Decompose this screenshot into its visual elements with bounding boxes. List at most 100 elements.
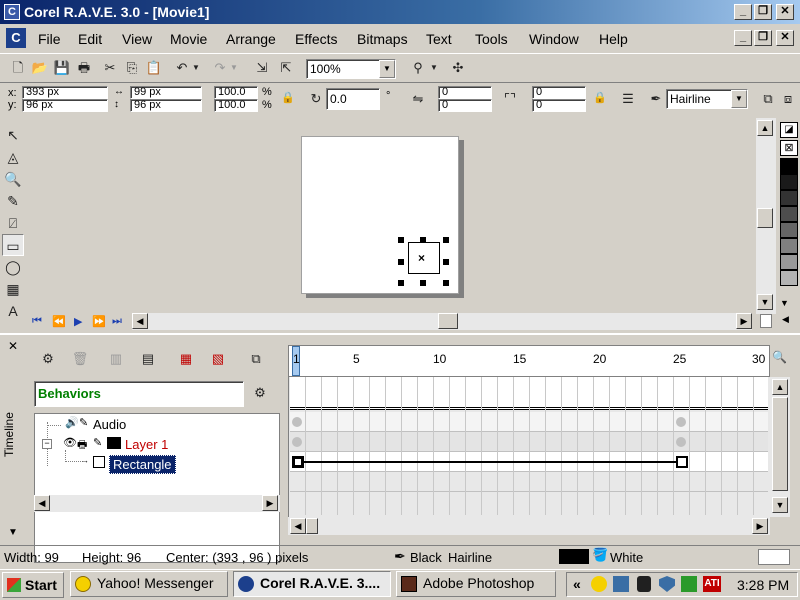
scroll-down-icon[interactable]: ▼ [772,497,788,513]
pencil-icon[interactable]: ✎ [93,436,102,449]
pick-tool-icon[interactable]: ↖ [2,124,24,146]
smart-fill-tool-icon[interactable]: ⍁ [2,212,24,234]
export-icon[interactable]: ⇱ [276,58,296,78]
hscroll-thumb[interactable] [306,518,318,534]
corner-roundness-3[interactable]: 0 [532,86,586,99]
play-icon[interactable]: ▶ [74,315,82,328]
to-front-icon[interactable]: ⧉ [758,89,778,109]
selection-handle[interactable] [443,280,449,286]
chevron-down-icon[interactable]: ▼ [379,60,395,78]
task-yahoo-messenger[interactable]: Yahoo! Messenger [70,571,228,597]
selection-handle[interactable] [420,280,426,286]
launcher-dropdown-icon[interactable]: ▼ [428,58,440,78]
gray-90-swatch[interactable] [780,174,798,190]
outline-color-swatch[interactable] [559,549,589,564]
vscroll-thumb[interactable] [772,397,788,491]
canvas-vertical-scrollbar[interactable]: ▲ ▼ [756,118,776,314]
corner-lock-icon[interactable]: 🔒 [590,88,610,108]
chevron-down-icon[interactable]: ▼ [731,90,747,108]
redo-icon[interactable]: ↷ [210,58,230,78]
graph-paper-tool-icon[interactable]: ▦ [2,278,24,300]
fill-color-swatch[interactable] [758,549,790,565]
menu-edit[interactable]: Edit [78,31,102,47]
app-icon[interactable]: C [4,4,20,20]
traffic-light-icon[interactable] [637,576,651,592]
last-page-icon[interactable]: ⏭ [112,315,122,328]
prev-page-icon[interactable]: ⏪ [52,315,66,328]
task-corel-rave[interactable]: Corel R.A.V.E. 3.... [233,571,391,597]
close-button[interactable]: ✕ [776,4,794,20]
selection-handle[interactable] [398,280,404,286]
corel-graphics-icon[interactable]: ✣ [448,58,468,78]
onion-skin-icon[interactable]: ⧉ [244,349,268,373]
scale-x-field[interactable]: 100.0 [214,86,258,99]
menu-view[interactable]: View [122,31,152,47]
first-page-icon[interactable]: ⏮ [32,315,42,328]
add-frame-icon[interactable]: ▦ [174,349,198,373]
remove-frame-icon[interactable]: ▧ [206,349,230,373]
menu-text[interactable]: Text [426,31,452,47]
layer-keyframe-end[interactable] [676,437,686,447]
task-adobe-photoshop[interactable]: Adobe Photoshop [396,571,556,597]
x-position-field[interactable]: 393 px [22,86,108,99]
application-launcher-icon[interactable]: ⚲ [408,58,428,78]
zoom-tool-icon[interactable]: 🔍 [2,168,24,190]
save-icon[interactable]: 💾 [52,58,72,78]
rectangle-keyframe-start[interactable] [292,456,304,468]
mirror-icon[interactable]: ⇋ [408,89,428,109]
rectangle-keyframe-end[interactable] [676,456,688,468]
menu-help[interactable]: Help [599,31,628,47]
zoom-select[interactable]: 100% ▼ [306,59,396,79]
collapse-icon[interactable]: − [42,439,52,449]
width-field[interactable]: 99 px [130,86,202,99]
layer-color-icon[interactable] [107,437,121,449]
rectangle-tool-icon[interactable]: ▭ [2,234,24,256]
timeline-horizontal-scrollbar[interactable]: ◀ ▶ [288,517,770,535]
scale-y-field[interactable]: 100.0 [214,99,258,112]
layer-keyframe-start[interactable] [292,437,302,447]
tree-horizontal-scrollbar[interactable]: ◀ ▶ [34,495,280,512]
docker-scroll-down-icon[interactable]: ▼ [8,527,18,538]
timeline-ruler[interactable] [288,345,770,377]
start-button[interactable]: Start [2,572,64,598]
gray-80-swatch[interactable] [780,190,798,206]
menu-bitmaps[interactable]: Bitmaps [357,31,408,47]
scroll-up-icon[interactable]: ▲ [772,379,788,395]
document-icon[interactable]: C [6,28,26,48]
cut-icon[interactable]: ✂ [100,58,120,78]
no-color-swatch[interactable]: ⊠ [780,140,798,156]
scroll-left-icon[interactable]: ◀ [34,495,50,511]
menu-effects[interactable]: Effects [295,31,338,47]
freehand-tool-icon[interactable]: ✎ [2,190,24,212]
speaker-icon[interactable]: 🔊 [65,416,79,429]
center-marker-icon[interactable]: × [418,251,425,265]
eye-icon[interactable]: 👁 [63,436,77,449]
y-position-field[interactable]: 96 px [22,99,108,112]
gray-30-swatch[interactable] [780,270,798,286]
copy-icon[interactable]: ⎘ [122,58,142,78]
selection-handle[interactable] [398,259,404,265]
audio-keyframe-end[interactable] [676,417,686,427]
scroll-thumb[interactable] [757,208,773,228]
corner-roundness-1[interactable]: 0 [438,86,492,99]
shield-icon[interactable] [659,576,675,592]
rotation-field[interactable]: 0.0 [326,88,380,110]
height-field[interactable]: 96 px [130,99,202,112]
scroll-left-icon[interactable]: ◀ [132,313,148,329]
scroll-right-icon[interactable]: ▶ [736,313,752,329]
audio-keyframe-start[interactable] [292,417,302,427]
object-color-icon[interactable] [93,456,105,468]
doc-restore-button[interactable]: ❐ [754,30,772,46]
corner-roundness-2[interactable]: 0 [438,99,492,112]
gray-50-swatch[interactable] [780,238,798,254]
selection-handle[interactable] [443,237,449,243]
palette-menu-icon[interactable]: ◪ [780,122,798,138]
layer-name-rectangle[interactable]: Rectangle [109,455,176,474]
network-icon[interactable] [613,576,629,592]
menu-file[interactable]: File [38,31,61,47]
outline-width-select[interactable]: Hairline ▼ [666,89,748,109]
layer-name-layer-1[interactable]: Layer 1 [125,437,168,452]
scroll-left-icon[interactable]: ◀ [290,518,306,534]
round-corners-icon[interactable]: ⌜⌝ [500,89,520,109]
selection-handle[interactable] [420,237,426,243]
